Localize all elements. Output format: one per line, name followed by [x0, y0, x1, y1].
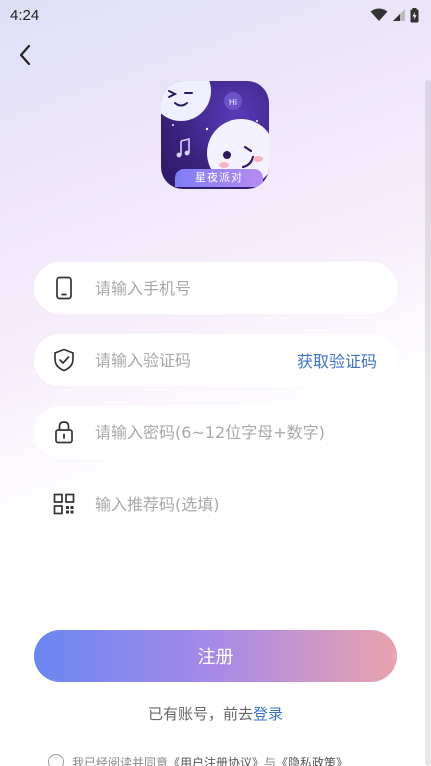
status-time: 4:24	[10, 6, 40, 24]
wifi-icon	[370, 8, 388, 21]
login-link[interactable]: 登录	[253, 705, 283, 723]
login-row: 已有账号，前去登录	[0, 703, 431, 724]
scrollbar[interactable]	[425, 80, 431, 766]
login-prompt: 已有账号，前去	[147, 705, 253, 723]
agreement-checkbox[interactable]	[48, 754, 64, 766]
logo-bubble-text: Hi	[229, 98, 237, 107]
password-field[interactable]	[34, 406, 397, 458]
referral-code-input[interactable]	[95, 494, 397, 514]
shield-check-icon	[52, 348, 76, 372]
app-logo: Hi 星夜派对	[161, 81, 269, 189]
phone-input[interactable]	[95, 278, 397, 298]
get-code-button[interactable]: 获取验证码	[297, 348, 377, 372]
privacy-policy-link[interactable]: 《隐私政策》	[276, 754, 348, 766]
back-button[interactable]	[12, 42, 38, 68]
phone-field[interactable]	[34, 262, 397, 314]
qr-code-icon	[52, 492, 76, 516]
referral-code-field[interactable]	[34, 478, 397, 530]
verification-code-field[interactable]: 获取验证码	[34, 334, 397, 386]
password-input[interactable]	[95, 422, 397, 442]
lock-icon	[52, 420, 76, 444]
status-icons	[370, 7, 419, 23]
battery-icon	[410, 7, 419, 22]
user-agreement-link[interactable]: 《用户注册协议》	[168, 754, 264, 766]
chevron-left-icon	[19, 44, 31, 66]
phone-icon	[52, 276, 76, 300]
agreement-prefix: 我已经阅读并同意	[72, 755, 169, 766]
cellular-signal-icon	[393, 9, 405, 21]
agreement-row: 我已经阅读并同意 《用户注册协议》 与 《隐私政策》	[48, 752, 348, 766]
logo-label: 星夜派对	[175, 169, 263, 187]
status-bar: 4:24	[0, 0, 431, 30]
verification-code-input[interactable]	[95, 350, 297, 370]
register-button[interactable]: 注册	[34, 630, 397, 682]
agreement-conjunction: 与	[264, 755, 277, 766]
